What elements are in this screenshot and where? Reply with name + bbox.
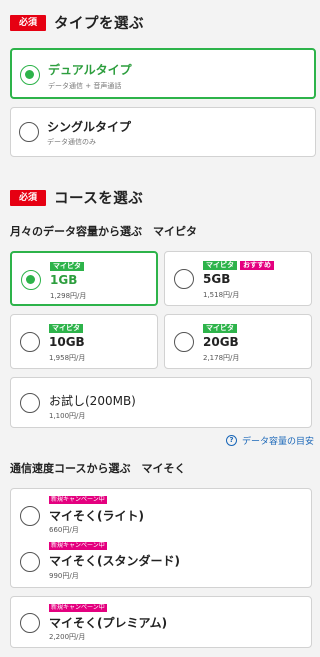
- plan-name: 1GB: [50, 273, 78, 287]
- section-title: コースを選ぶ: [54, 191, 144, 207]
- speed-plan-light[interactable]: 新規キャンペーン中 マイそく(ライト) 660円/月: [11, 489, 311, 539]
- campaign-badge: 新規キャンペーン中: [49, 604, 107, 612]
- plan-card-trial[interactable]: お試し(200MB) 1,100円/月: [10, 377, 312, 428]
- plan-name: マイそく(スタンダード): [49, 554, 180, 568]
- required-badge: 必須: [10, 14, 46, 31]
- radio[interactable]: [19, 122, 39, 142]
- type-option-single[interactable]: シングルタイプ データ通信のみ: [10, 107, 316, 157]
- recommended-badge: おすすめ: [240, 261, 274, 270]
- plan-price: 1,958円/月: [49, 354, 86, 362]
- type-name: シングルタイプ: [47, 120, 132, 134]
- radio[interactable]: [20, 613, 40, 633]
- mypita-badge: マイピタ: [203, 261, 237, 270]
- radio[interactable]: [20, 506, 40, 526]
- speed-plans-card: 新規キャンペーン中 マイそく(ライト) 660円/月 新規キャンペーン中 マイそ…: [10, 488, 312, 588]
- plan-price: 1,298円/月: [50, 292, 87, 300]
- required-badge: 必須: [10, 189, 46, 206]
- plan-card-20gb[interactable]: マイピタ 20GB 2,178円/月: [164, 314, 312, 369]
- plan-name: マイそく(プレミアム): [49, 616, 168, 630]
- mypita-badge: マイピタ: [50, 262, 84, 271]
- plan-price: 2,178円/月: [203, 354, 240, 362]
- radio[interactable]: [174, 332, 194, 352]
- plan-card-5gb[interactable]: マイピタ おすすめ 5GB 1,518円/月: [164, 251, 312, 306]
- radio[interactable]: [20, 552, 40, 572]
- type-option-dual[interactable]: デュアルタイプ データ通信 + 音声通話: [10, 48, 316, 99]
- type-desc: データ通信 + 音声通話: [48, 82, 122, 90]
- radio-selected[interactable]: [20, 65, 40, 85]
- plan-price: 2,200円/月: [49, 633, 86, 641]
- campaign-badge: 新規キャンペーン中: [49, 496, 107, 504]
- plan-name: 20GB: [203, 335, 239, 349]
- plan-price: 1,518円/月: [203, 291, 240, 299]
- type-desc: データ通信のみ: [47, 138, 96, 146]
- plan-price: 660円/月: [49, 526, 79, 534]
- radio[interactable]: [20, 332, 40, 352]
- radio-selected[interactable]: [21, 270, 41, 290]
- plan-card-10gb[interactable]: マイピタ 10GB 1,958円/月: [10, 314, 158, 369]
- plan-name: 5GB: [203, 272, 231, 286]
- plan-name: 10GB: [49, 335, 85, 349]
- radio[interactable]: [20, 393, 40, 413]
- plan-name: マイそく(ライト): [49, 509, 144, 523]
- plan-price: 1,100円/月: [49, 412, 86, 420]
- speed-plan-premium[interactable]: 新規キャンペーン中 マイそく(プレミアム) 2,200円/月: [10, 596, 312, 648]
- plan-card-1gb[interactable]: マイピタ 1GB 1,298円/月: [10, 251, 158, 306]
- speed-plan-standard[interactable]: 新規キャンペーン中 マイそく(スタンダード) 990円/月: [11, 539, 311, 589]
- capacity-heading: 月々のデータ容量から選ぶ マイピタ: [10, 225, 197, 238]
- type-name: デュアルタイプ: [48, 63, 132, 77]
- course-section-header: 必須 コースを選ぶ: [10, 187, 143, 208]
- mypita-badge: マイピタ: [203, 324, 237, 333]
- type-section-header: 必須 タイプを選ぶ: [10, 12, 144, 33]
- plan-price: 990円/月: [49, 572, 79, 580]
- section-title: タイプを選ぶ: [54, 16, 144, 32]
- question-icon: ?: [225, 435, 237, 446]
- data-capacity-guide-link[interactable]: ? データ容量の目安: [225, 434, 314, 447]
- help-link-text: データ容量の目安: [241, 437, 314, 447]
- speed-heading: 通信速度コースから選ぶ マイそく: [10, 462, 186, 475]
- plan-name: お試し(200MB): [49, 394, 136, 408]
- radio[interactable]: [174, 269, 194, 289]
- campaign-badge: 新規キャンペーン中: [49, 542, 107, 550]
- mypita-badge: マイピタ: [49, 324, 83, 333]
